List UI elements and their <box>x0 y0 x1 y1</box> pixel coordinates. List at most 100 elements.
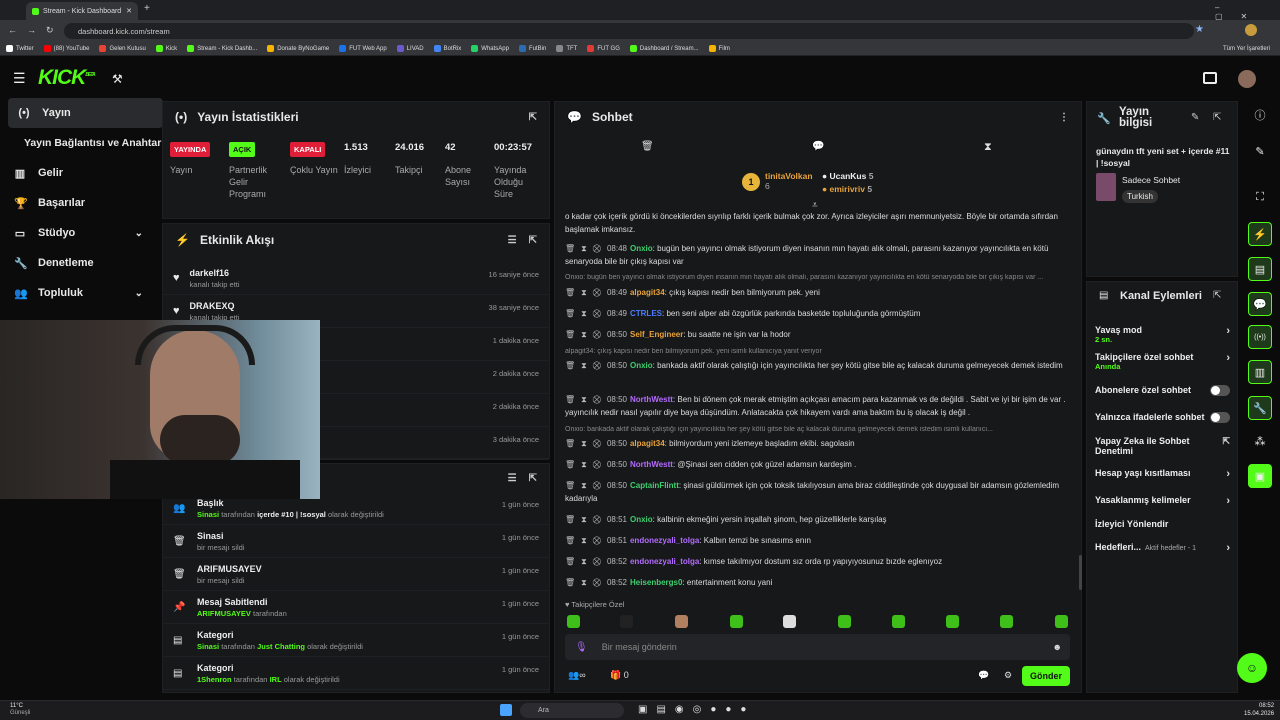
channel-action[interactable]: Yavaş mod 2 sn. › <box>1095 325 1230 344</box>
edit-icon[interactable]: ✎ <box>1191 112 1199 123</box>
message-username[interactable]: Onxio <box>630 515 653 524</box>
message-username[interactable]: endonezyali_tolga <box>630 536 699 545</box>
weather-widget[interactable]: 11°C Güneşli <box>10 703 30 717</box>
message-username[interactable]: endonezyali_tolga <box>630 557 699 566</box>
emote-icon[interactable] <box>838 615 851 628</box>
chat-message[interactable]: 🗑 ⧗ ⛒ 08:51 endonezyali_tolga: Kalbın temzi … <box>565 534 1070 547</box>
message-username[interactable]: NorthWestt <box>630 460 673 469</box>
chevron-right-icon[interactable]: › <box>1226 468 1230 480</box>
popout-icon[interactable]: ⇱ <box>529 112 537 123</box>
channel-action[interactable]: Yasaklanmış kelimeler › <box>1095 495 1230 507</box>
popout-icon[interactable]: ⇱ <box>1213 112 1221 123</box>
delete-icon[interactable]: 🗑 <box>565 557 575 566</box>
message-username[interactable]: alpagit34 <box>630 288 665 297</box>
delete-icon[interactable]: 🗑 <box>565 330 575 339</box>
chat-message[interactable]: 🗑 ⧗ ⛒ 08:51 Onxio: kalbinin ekmeğini yersin … <box>565 513 1070 526</box>
bookmark-item[interactable]: FutBin <box>518 45 546 52</box>
channel-action[interactable]: Yalnızca ifadelerle sohbet <box>1095 412 1230 423</box>
chat-input[interactable]: 🎙 Bir mesaj gönderin ☻ <box>565 634 1070 660</box>
chevron-right-icon[interactable]: › <box>1226 542 1230 554</box>
message-username[interactable]: CTRLES <box>630 309 662 318</box>
browser-tab[interactable]: Stream - Kick Dashboard ✕ <box>26 2 138 20</box>
delete-icon[interactable]: 🗑 <box>565 361 575 370</box>
timeout-icon[interactable]: ⧗ <box>581 309 587 318</box>
delete-icon[interactable]: 🗑 <box>565 460 575 469</box>
ban-icon[interactable]: ⛒ <box>593 288 601 297</box>
nav-buttons[interactable]: ←→↻ <box>8 25 64 36</box>
bookmark-item[interactable]: TFT <box>556 45 577 52</box>
delete-icon[interactable]: 🗑 <box>565 578 575 587</box>
delete-icon[interactable]: 🗑 <box>565 244 575 253</box>
emote-icon[interactable] <box>675 615 688 628</box>
game-icon[interactable]: ▣ <box>1248 464 1272 488</box>
wrench-icon[interactable]: 🔧 <box>1248 396 1272 420</box>
top-gifter-2[interactable]: ● UcanKus 5 ● emirivriv 5 <box>822 171 873 194</box>
chat-message[interactable]: 🗑 ⧗ ⛒ 08:52 Heisenbergs0: entertainment konu… <box>565 576 1070 589</box>
popout-icon[interactable]: ⇱ <box>1213 290 1221 301</box>
timeout-icon[interactable]: ⧗ <box>581 536 587 545</box>
bookmark-item[interactable]: (88) YouTube <box>43 45 89 52</box>
chat-message[interactable]: 🗑 ⧗ ⛒ 08:52 endonezyali_tolga: kımse takılmı… <box>565 555 1070 568</box>
ban-icon[interactable]: ⛒ <box>593 578 601 587</box>
sidebar-item-2[interactable]: ▥ Gelir <box>0 158 155 188</box>
chevron-down-icon[interactable]: ⌄ <box>135 288 143 299</box>
send-button[interactable]: Gönder <box>1022 666 1070 686</box>
channel-action[interactable]: Abonelere özel sohbet <box>1095 385 1230 396</box>
ban-icon[interactable]: ⛒ <box>593 395 601 404</box>
windows-start-icon[interactable] <box>500 704 512 716</box>
timeout-icon[interactable]: ⧗ <box>581 557 587 566</box>
pen-icon[interactable]: ✎ <box>1248 140 1272 164</box>
hourglass-icon[interactable]: ⧗ <box>984 141 992 154</box>
ban-icon[interactable]: ⛒ <box>593 309 601 318</box>
filter-icon[interactable]: ☰ <box>508 473 517 484</box>
ban-icon[interactable]: ⛒ <box>593 439 601 448</box>
timeout-icon[interactable]: ⧗ <box>581 330 587 339</box>
bookmark-item[interactable]: Gelen Kutusu <box>99 45 146 52</box>
user-avatar[interactable] <box>1238 70 1256 88</box>
ban-icon[interactable]: ⛒ <box>593 361 601 370</box>
channel-action[interactable]: Takipçilere özel sohbet Anında › <box>1095 352 1230 371</box>
modlog-item[interactable]: 🗑 Sinasi bir mesajı sildi 1 gün önce <box>163 525 549 558</box>
chat-message[interactable]: 🗑 ⧗ ⛒ 08:49 alpagit34: çıkış kapısı nedir be… <box>565 286 1070 299</box>
fullscreen-icon[interactable]: ⛶ <box>1248 185 1272 209</box>
mic-icon[interactable]: 🎙 <box>575 642 588 653</box>
profile-avatar-icon[interactable] <box>1245 24 1257 36</box>
emoji-icon[interactable]: ☻ <box>1053 642 1062 652</box>
bookmark-item[interactable]: BotRix <box>433 45 461 52</box>
delete-icon[interactable]: 🗑 <box>565 288 575 297</box>
stack-icon[interactable]: ▥ <box>1248 360 1272 384</box>
bookmark-item[interactable]: LIVAD <box>396 45 424 52</box>
broadcast-icon[interactable]: ((•)) <box>1248 325 1272 349</box>
message-username[interactable]: Self_Engineer <box>630 330 683 339</box>
timeout-icon[interactable]: ⧗ <box>581 288 587 297</box>
emote-icon[interactable] <box>730 615 743 628</box>
bookmark-item[interactable]: WhatsApp <box>471 45 509 52</box>
chevron-right-icon[interactable]: › <box>1226 352 1230 364</box>
emote-icon[interactable] <box>620 615 633 628</box>
delete-icon[interactable]: 🗑 <box>565 395 575 404</box>
external-link-icon[interactable]: ⇱ <box>1222 436 1230 447</box>
users-icon[interactable]: ⁂ <box>1248 430 1272 454</box>
delete-icon[interactable]: 🗑 <box>565 439 575 448</box>
chat-message[interactable]: 🗑 ⧗ ⛒ 08:50 NorthWestt: @Şinasi sen cidden ç… <box>565 458 1070 471</box>
ban-icon[interactable]: ⛒ <box>593 244 601 253</box>
timeout-icon[interactable]: ⧗ <box>581 244 587 253</box>
delete-icon[interactable]: 🗑 <box>565 309 575 318</box>
sidebar-item-1[interactable]: Yayın Bağlantısı ve Anahtarı <box>0 128 164 158</box>
emote-icon[interactable] <box>946 615 959 628</box>
clipboard-icon[interactable]: ▤ <box>1248 257 1272 281</box>
all-bookmarks[interactable]: Tüm Yer İşaretleri <box>1223 46 1270 52</box>
timeout-icon[interactable]: ⧗ <box>581 460 587 469</box>
channel-action[interactable]: Yapay Zeka ile Sohbet Denetimi ⇱ <box>1095 436 1230 456</box>
menu-icon[interactable]: ☰ <box>13 70 26 87</box>
ban-icon[interactable]: ⛒ <box>593 330 601 339</box>
bookmark-item[interactable]: Kick <box>155 45 177 52</box>
delete-icon[interactable]: 🗑 <box>565 536 575 545</box>
more-icon[interactable]: ⋮ <box>1059 112 1069 123</box>
taskbar-apps[interactable]: ▣▤◉◎●●● <box>638 704 755 715</box>
timeout-icon[interactable]: ⧗ <box>581 361 587 370</box>
sidebar-item-3[interactable]: 🏆 Başarılar <box>0 188 155 218</box>
message-username[interactable]: alpagit34 <box>630 439 665 448</box>
chat-icon[interactable]: 💬 <box>1248 292 1272 316</box>
channel-action[interactable]: Hedefleri... Aktif hedefler - 1 › <box>1095 542 1230 554</box>
